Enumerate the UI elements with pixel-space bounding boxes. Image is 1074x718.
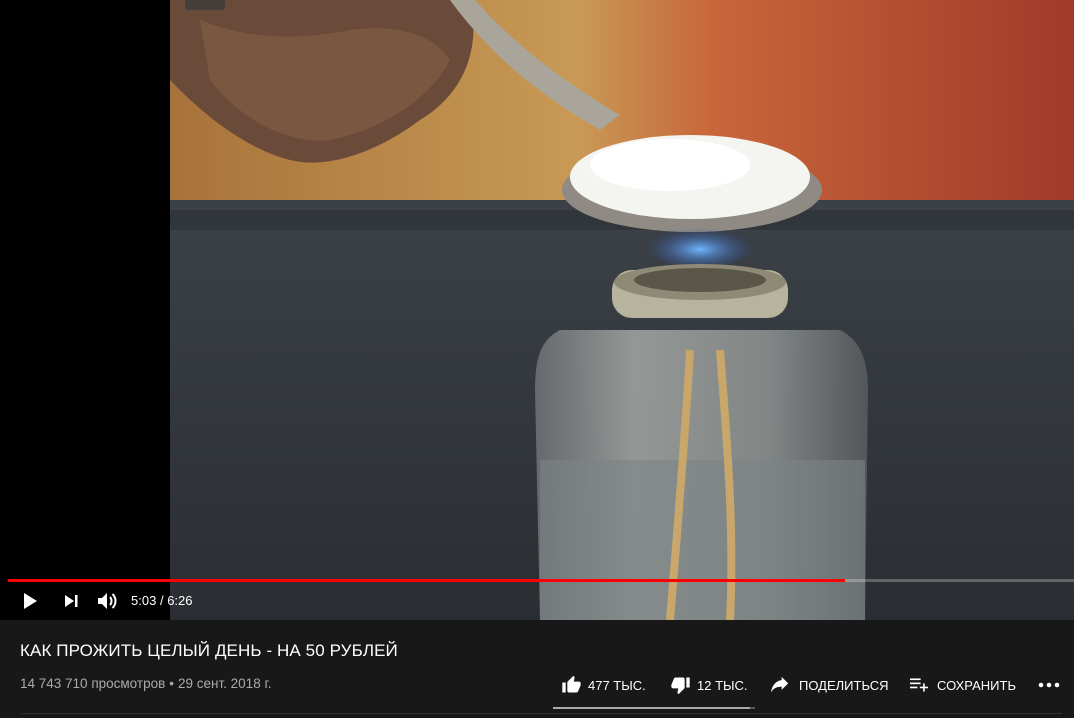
- progress-bar[interactable]: [8, 579, 1074, 582]
- dislike-count: 12 ТЫС.: [697, 677, 748, 693]
- time-separator: /: [159, 593, 164, 608]
- divider: [20, 713, 1062, 714]
- video-player[interactable]: 5:03 / 6:26: [0, 0, 1074, 620]
- video-meta: 14 743 710 просмотров • 29 сент. 2018 г.: [20, 676, 271, 691]
- more-icon: [1038, 682, 1060, 688]
- more-actions-button[interactable]: [1038, 672, 1060, 698]
- like-button[interactable]: 477 ТЫС.: [561, 672, 646, 698]
- save-button[interactable]: СОХРАНИТЬ: [909, 672, 1016, 698]
- play-button[interactable]: [14, 586, 46, 616]
- thumbs-down-icon: [671, 677, 690, 695]
- video-title: КАК ПРОЖИТЬ ЦЕЛЫЙ ДЕНЬ - НА 50 РУБЛЕЙ: [20, 641, 398, 660]
- play-icon: [24, 593, 37, 609]
- next-icon: [65, 595, 78, 607]
- current-time: 5:03: [131, 593, 157, 608]
- share-icon: [771, 676, 789, 693]
- thumbs-up-icon: [562, 675, 581, 693]
- volume-icon: [98, 593, 117, 609]
- like-count: 477 ТЫС.: [588, 677, 646, 693]
- time-display: 5:03 / 6:26: [131, 593, 193, 608]
- upload-date: 29 сент. 2018 г.: [178, 676, 272, 691]
- sentiment-bar: [553, 707, 755, 709]
- meta-dot: •: [169, 676, 174, 691]
- share-button[interactable]: ПОДЕЛИТЬСЯ: [770, 672, 888, 698]
- sentiment-like-fill: [553, 707, 750, 709]
- view-count: 14 743 710 просмотров: [20, 676, 166, 691]
- player-controls: 5:03 / 6:26: [0, 586, 1074, 616]
- dislike-button[interactable]: 12 ТЫС.: [670, 672, 748, 698]
- progress-played: [8, 579, 845, 582]
- overlay-chip: [185, 0, 225, 10]
- next-button[interactable]: [55, 586, 87, 616]
- share-label: ПОДЕЛИТЬСЯ: [799, 677, 889, 693]
- save-label: СОХРАНИТЬ: [937, 677, 1016, 693]
- duration: 6:26: [167, 593, 193, 608]
- video-frame[interactable]: [0, 0, 1074, 620]
- playlist-add-icon: [910, 678, 928, 692]
- volume-button[interactable]: [91, 586, 123, 616]
